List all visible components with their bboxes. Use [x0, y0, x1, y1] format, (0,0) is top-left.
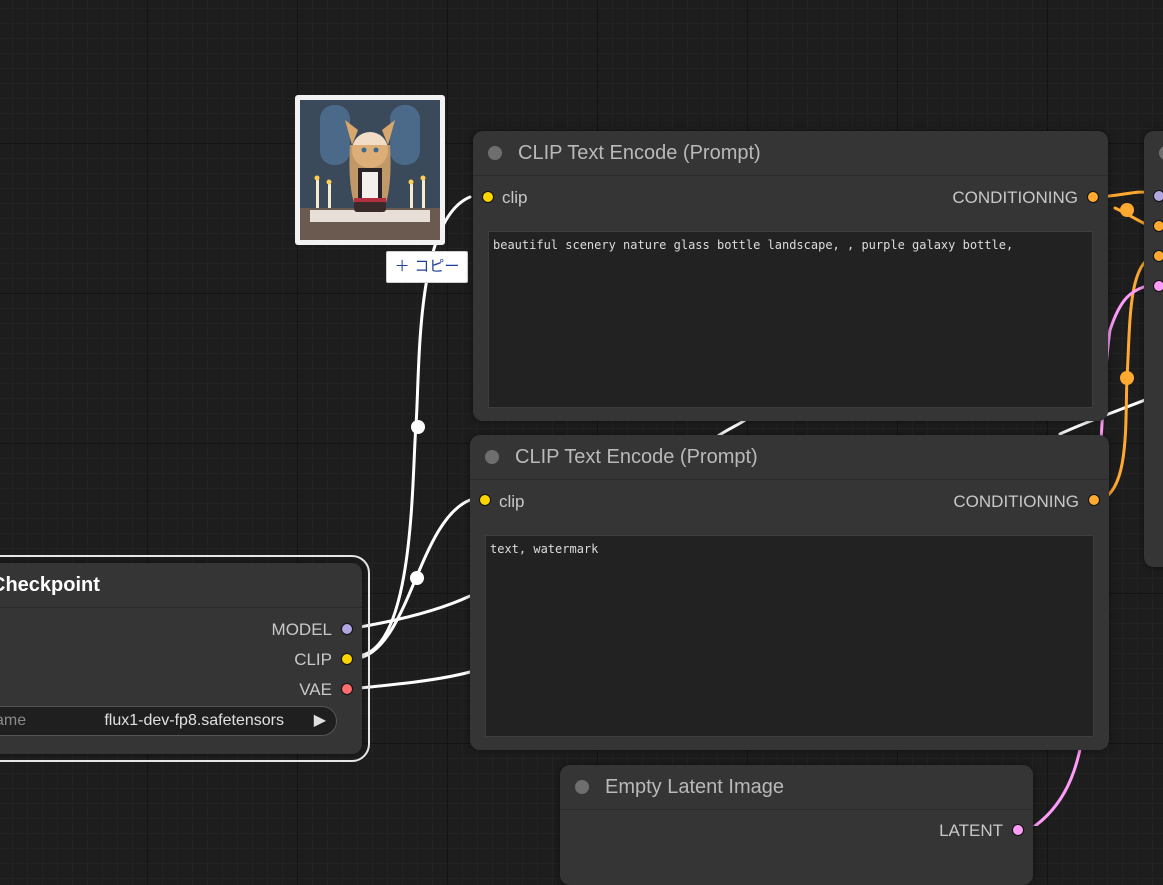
latent-input-slot[interactable]: [1153, 280, 1163, 292]
positive-input-slot[interactable]: [1153, 220, 1163, 232]
latent-output-label: LATENT: [939, 821, 1003, 840]
combo-arrow-right-icon[interactable]: ▶: [314, 710, 326, 730]
model-output-label: MODEL: [271, 620, 332, 639]
conditioning-output-slot[interactable]: [1087, 191, 1099, 203]
preview-illustration: [300, 100, 440, 240]
node-title: Empty Latent Image: [605, 776, 784, 798]
node-title: Checkpoint: [0, 574, 100, 596]
prompt-text-input[interactable]: beautiful scenery nature glass bottle la…: [488, 231, 1093, 408]
clip-text-encode-node-positive[interactable]: CLIP Text Encode (Prompt) clip CONDITION…: [473, 131, 1108, 421]
collapse-toggle-icon[interactable]: [488, 146, 502, 160]
wire-reroute-dot: [410, 571, 424, 585]
vae-output-slot[interactable]: [341, 683, 353, 695]
wire-bg-1: [716, 418, 747, 438]
collapse-toggle-icon[interactable]: [1159, 146, 1163, 160]
clip-output-slot[interactable]: [341, 653, 353, 665]
model-output-slot[interactable]: [341, 623, 353, 635]
clip-output-label: CLIP: [294, 650, 332, 669]
empty-latent-image-node[interactable]: Empty Latent Image LATENT: [560, 765, 1033, 885]
vae-output-label: VAE: [299, 680, 332, 699]
wire-clip-to-encode-2: [361, 498, 472, 659]
ckpt-name-label: ame: [0, 712, 27, 729]
node-header[interactable]: Empty Latent Image: [560, 765, 1033, 810]
clip-text-encode-node-negative[interactable]: CLIP Text Encode (Prompt) clip CONDITION…: [470, 435, 1109, 750]
clip-input-label: clip: [502, 188, 528, 207]
ckpt-name-value: flux1-dev-fp8.safetensors: [104, 712, 284, 729]
node-header[interactable]: CLIP Text Encode (Prompt): [473, 131, 1108, 176]
copy-image-button[interactable]: ＋ コピー: [386, 251, 468, 283]
load-checkpoint-node[interactable]: Checkpoint MODEL CLIP VAE ame flux1-dev-…: [0, 555, 370, 762]
image-preview[interactable]: [295, 95, 445, 245]
collapse-toggle-icon[interactable]: [485, 450, 499, 464]
node-title: CLIP Text Encode (Prompt): [518, 142, 761, 164]
conditioning-output-label: CONDITIONING: [952, 188, 1078, 207]
wire-model-out: [358, 594, 472, 629]
node-header[interactable]: Checkpoint: [0, 563, 362, 608]
ckpt-name-combo[interactable]: ame flux1-dev-fp8.safetensors ▶: [0, 706, 337, 736]
node-header[interactable]: CLIP Text Encode (Prompt): [470, 435, 1109, 480]
conditioning-output-slot[interactable]: [1088, 494, 1100, 506]
clip-input-slot[interactable]: [482, 191, 494, 203]
negative-input-slot[interactable]: [1153, 250, 1163, 262]
model-input-slot[interactable]: [1153, 190, 1163, 202]
prompt-text-input[interactable]: text, watermark: [485, 535, 1094, 737]
wire-reroute-dot: [1120, 371, 1134, 385]
wire-reroute-dot: [411, 420, 425, 434]
conditioning-output-label: CONDITIONING: [953, 492, 1079, 511]
collapse-toggle-icon[interactable]: [575, 780, 589, 794]
clip-input-slot[interactable]: [479, 494, 491, 506]
node-title: CLIP Text Encode (Prompt): [515, 446, 758, 468]
sampler-node[interactable]: [1144, 131, 1163, 567]
wire-vae-out: [358, 670, 472, 690]
wire-reroute-dot: [1120, 203, 1134, 217]
clip-input-label: clip: [499, 492, 525, 511]
